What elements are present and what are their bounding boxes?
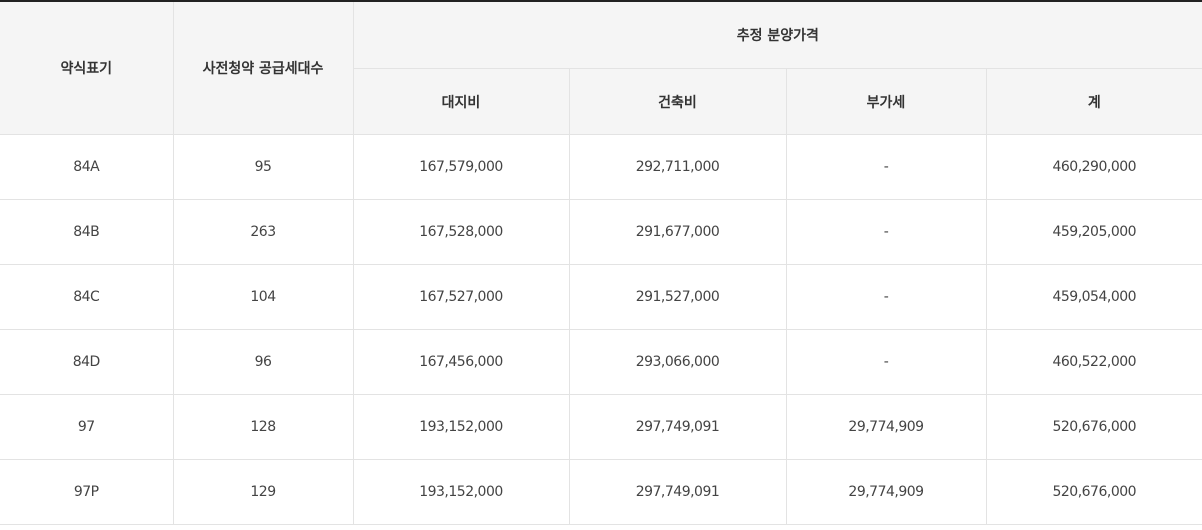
- cell-total: 459,054,000: [986, 264, 1202, 330]
- cell-total: 520,676,000: [986, 394, 1202, 460]
- cell-units: 104: [173, 264, 354, 330]
- cell-type: 84B: [0, 199, 174, 265]
- cell-vat: 29,774,909: [786, 394, 987, 460]
- cell-building: 297,749,091: [569, 394, 787, 460]
- cell-units: 263: [173, 199, 354, 265]
- cell-units: 129: [173, 459, 354, 525]
- header-vat: 부가세: [786, 68, 987, 135]
- cell-total: 460,522,000: [986, 329, 1202, 395]
- cell-land: 167,528,000: [353, 199, 570, 265]
- cell-total: 460,290,000: [986, 134, 1202, 200]
- cell-vat: -: [786, 329, 987, 395]
- cell-building: 291,527,000: [569, 264, 787, 330]
- table-row: 84B 263 167,528,000 291,677,000 - 459,20…: [0, 199, 1202, 265]
- header-price-group: 추정 분양가격: [353, 1, 1202, 69]
- table-row: 97P 129 193,152,000 297,749,091 29,774,9…: [0, 459, 1202, 525]
- cell-type: 97P: [0, 459, 174, 525]
- cell-total: 459,205,000: [986, 199, 1202, 265]
- header-total: 계: [986, 68, 1202, 135]
- cell-land: 167,527,000: [353, 264, 570, 330]
- cell-type: 97: [0, 394, 174, 460]
- table-header: 약식표기 사전청약 공급세대수 추정 분양가격 대지비 건축비 부가세 계: [0, 1, 1202, 135]
- header-units: 사전청약 공급세대수: [173, 1, 354, 135]
- cell-type: 84D: [0, 329, 174, 395]
- cell-land: 167,456,000: [353, 329, 570, 395]
- cell-type: 84C: [0, 264, 174, 330]
- table-row: 97 128 193,152,000 297,749,091 29,774,90…: [0, 394, 1202, 460]
- cell-units: 96: [173, 329, 354, 395]
- cell-vat: -: [786, 199, 987, 265]
- cell-building: 292,711,000: [569, 134, 787, 200]
- table-row: 84C 104 167,527,000 291,527,000 - 459,05…: [0, 264, 1202, 330]
- cell-building: 293,066,000: [569, 329, 787, 395]
- cell-vat: -: [786, 134, 987, 200]
- cell-vat: 29,774,909: [786, 459, 987, 525]
- cell-land: 193,152,000: [353, 459, 570, 525]
- header-land: 대지비: [353, 68, 570, 135]
- cell-units: 128: [173, 394, 354, 460]
- cell-building: 297,749,091: [569, 459, 787, 525]
- table-body: 84A 95 167,579,000 292,711,000 - 460,290…: [0, 134, 1202, 525]
- cell-total: 520,676,000: [986, 459, 1202, 525]
- header-type: 약식표기: [0, 1, 174, 135]
- cell-land: 193,152,000: [353, 394, 570, 460]
- cell-units: 95: [173, 134, 354, 200]
- table-row: 84A 95 167,579,000 292,711,000 - 460,290…: [0, 134, 1202, 200]
- cell-vat: -: [786, 264, 987, 330]
- table-row: 84D 96 167,456,000 293,066,000 - 460,522…: [0, 329, 1202, 395]
- price-table: 약식표기 사전청약 공급세대수 추정 분양가격 대지비 건축비 부가세 계 84…: [0, 0, 1202, 525]
- cell-type: 84A: [0, 134, 174, 200]
- cell-building: 291,677,000: [569, 199, 787, 265]
- cell-land: 167,579,000: [353, 134, 570, 200]
- header-building: 건축비: [569, 68, 787, 135]
